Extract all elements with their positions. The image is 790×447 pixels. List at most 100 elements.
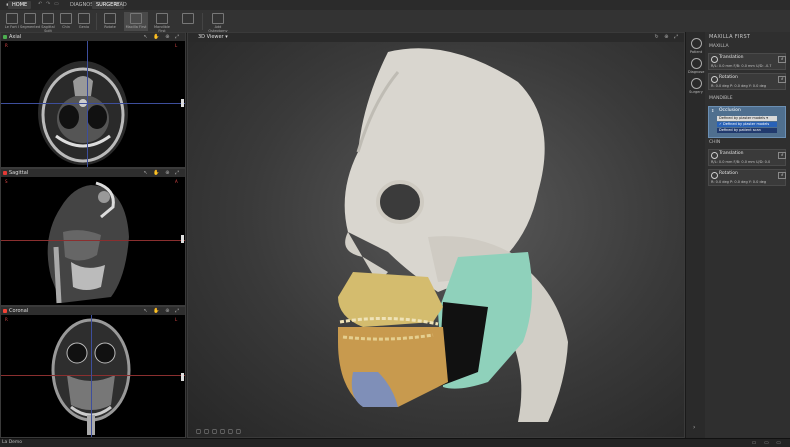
coronal-scrollbar[interactable] xyxy=(181,373,184,381)
section-maxilla: MAXILLA xyxy=(709,44,729,49)
marker-s: S xyxy=(5,179,8,184)
user-label: La Demo xyxy=(2,440,23,445)
genio-icon xyxy=(78,13,90,24)
axial-crosshair-h[interactable] xyxy=(1,103,185,104)
patient-icon xyxy=(690,38,702,49)
coronal-crosshair-v[interactable] xyxy=(91,315,92,437)
translation-icon xyxy=(711,56,718,63)
sagittal-view-panel[interactable]: Sagittal ↖ ✋ ⊕ ⤢ S A xyxy=(0,168,186,306)
translation-title: Translation xyxy=(719,55,744,60)
sagittal-split-button[interactable]: Sagittal Split xyxy=(38,12,58,33)
occlusion-dropdown[interactable]: Defined by plaster models ▾ xyxy=(717,116,777,121)
ribbon-toolbar: Le Fort I Segmented Sagittal Split Chin … xyxy=(0,10,790,34)
view-tools[interactable]: ↖ ✋ ⊕ ⤢ xyxy=(144,33,181,41)
reset-button[interactable]: ↺ xyxy=(778,152,786,159)
mandible-first-icon xyxy=(156,13,168,24)
maxilla-rotation-card[interactable]: Rotation ↺ R: 0.0 deg P: 0.0 deg Y: 0.0 … xyxy=(708,73,786,90)
surgery-icon xyxy=(690,78,702,89)
rotation-icon xyxy=(711,172,718,179)
maxilla-first-icon xyxy=(130,13,142,24)
view-orientation-icons[interactable]: ◻◻◻◻◻◻ xyxy=(196,428,244,435)
sagittal-color-icon xyxy=(3,171,7,175)
occlusion-title: Occlusion xyxy=(719,108,741,113)
coronal-panel-header: Coronal ↖ ✋ ⊕ ⤢ xyxy=(1,307,185,315)
surgery-button[interactable]: Surgery xyxy=(688,78,704,94)
rotate-model-icon xyxy=(182,13,194,24)
segmented-icon xyxy=(24,13,36,24)
chin-button[interactable]: Chin xyxy=(56,12,76,31)
chin-translation-card[interactable]: Translation ↺ R/L: 0.0 mm F/B: 0.0 mm U/… xyxy=(708,149,786,166)
rotation-values: R: 0.0 deg P: 0.0 deg Y: 0.0 deg xyxy=(711,84,767,88)
segmented-button[interactable]: Segmented xyxy=(20,12,40,31)
panel-title: MAXILLA FIRST xyxy=(709,34,751,40)
chin-rotation-card[interactable]: Rotation ↺ R: 0.0 deg P: 0.0 deg Y: 0.0 … xyxy=(708,169,786,186)
le-fort-icon xyxy=(6,13,18,24)
maxilla-translation-card[interactable]: Translation ↺ R/L: 0.0 mm F/B: 0.0 mm U/… xyxy=(708,53,786,70)
coronal-view-panel[interactable]: Coronal ↖ ✋ ⊕ ⤢ R L xyxy=(0,306,186,438)
axial-color-icon xyxy=(3,35,7,39)
translation-title: Translation xyxy=(719,151,744,156)
occlusion-card[interactable]: ⇕ Occlusion Defined by plaster models ▾ … xyxy=(708,106,786,138)
translation-icon xyxy=(711,152,718,159)
add-osteotomy-button[interactable]: Add Osteotomy xyxy=(206,12,230,33)
ribbon-divider xyxy=(202,13,203,30)
occlusion-option-scan[interactable]: Defined by patient scan xyxy=(717,128,777,133)
3d-viewer-header: 3D Viewer ▾ ↻ ⊕ ⤢ xyxy=(188,33,684,42)
translation-values: R/L: 0.0 mm F/B: 0.0 mm U/D: -0.7 xyxy=(711,64,772,68)
tab-cad[interactable]: CAD xyxy=(112,1,131,9)
3d-viewer-label: 3D Viewer xyxy=(198,34,224,40)
marker-l: L xyxy=(175,43,178,48)
coronal-crosshair-h[interactable] xyxy=(1,375,185,376)
diagnose-button[interactable]: Diagnose xyxy=(688,58,704,74)
reset-button[interactable]: ↺ xyxy=(778,56,786,63)
tab-home[interactable]: HOME xyxy=(8,1,32,9)
axial-ct-slice xyxy=(38,61,128,165)
axial-scrollbar[interactable] xyxy=(181,99,184,107)
maxilla-first-button[interactable]: Maxilla First xyxy=(124,12,148,31)
rotation-title: Rotation xyxy=(719,171,738,176)
rotate-model-button[interactable] xyxy=(176,12,200,31)
axial-panel-header: Axial ↖ ✋ ⊕ ⤢ xyxy=(1,33,185,41)
marker-l: L xyxy=(175,317,178,322)
sagittal-split-icon xyxy=(42,13,54,24)
reset-button[interactable]: ↺ xyxy=(778,76,786,83)
le-fort-button[interactable]: Le Fort I xyxy=(2,12,22,31)
axial-view-panel[interactable]: Axial ↖ ✋ ⊕ ⤢ R L xyxy=(0,32,186,168)
patient-button[interactable]: Patient xyxy=(688,38,704,54)
option-label: Defined by patient scan xyxy=(719,128,761,132)
occlusion-option-plaster[interactable]: ✓ Defined by plaster models xyxy=(717,122,777,127)
diagnose-icon xyxy=(690,58,702,69)
properties-panel: MAXILLA FIRST MAXILLA Translation ↺ R/L:… xyxy=(705,32,790,438)
marker-a: A xyxy=(175,179,178,184)
view-tools[interactable]: ↖ ✋ ⊕ ⤢ xyxy=(144,169,181,177)
redo-icon[interactable]: ↷ xyxy=(46,1,50,7)
undo-icon[interactable]: ↶ xyxy=(38,1,42,7)
rotate-icon xyxy=(104,13,116,24)
3d-viewer-panel[interactable]: 3D Viewer ▾ ↻ ⊕ ⤢ ◻◻◻◻◻◻ xyxy=(187,32,685,438)
coronal-ct-slice xyxy=(51,318,131,435)
right-tool-strip: Patient Diagnose Surgery › xyxy=(685,32,706,438)
3d-skull-model[interactable] xyxy=(188,42,684,437)
rotate-button[interactable]: Rotate xyxy=(100,12,120,31)
collapse-chevron-icon[interactable]: › xyxy=(693,424,695,431)
genio-button[interactable]: Genio xyxy=(74,12,94,31)
coronal-color-icon xyxy=(3,309,7,313)
axial-label: Axial xyxy=(9,34,22,40)
ribbon-divider xyxy=(96,13,97,30)
marker-r: R xyxy=(5,43,8,48)
save-icon[interactable]: ▭ xyxy=(54,1,59,7)
sagittal-panel-header: Sagittal ↖ ✋ ⊕ ⤢ xyxy=(1,169,185,177)
sagittal-crosshair-h[interactable] xyxy=(1,240,185,241)
sagittal-label: Sagittal xyxy=(9,170,29,176)
mandible-first-button[interactable]: Mandible First xyxy=(150,12,174,33)
section-mandible: MANDIBLE xyxy=(709,96,733,101)
sagittal-scrollbar[interactable] xyxy=(181,235,184,243)
view-tools[interactable]: ↻ ⊕ ⤢ xyxy=(654,33,680,41)
rotation-values: R: 0.0 deg P: 0.0 deg Y: 0.0 deg xyxy=(711,180,767,184)
reset-button[interactable]: ↺ xyxy=(778,172,786,179)
add-osteotomy-icon xyxy=(212,13,224,24)
axial-crosshair-v[interactable] xyxy=(87,41,88,167)
rotation-title: Rotation xyxy=(719,75,738,80)
marker-r: R xyxy=(5,317,8,322)
view-tools[interactable]: ↖ ✋ ⊕ ⤢ xyxy=(144,307,181,315)
